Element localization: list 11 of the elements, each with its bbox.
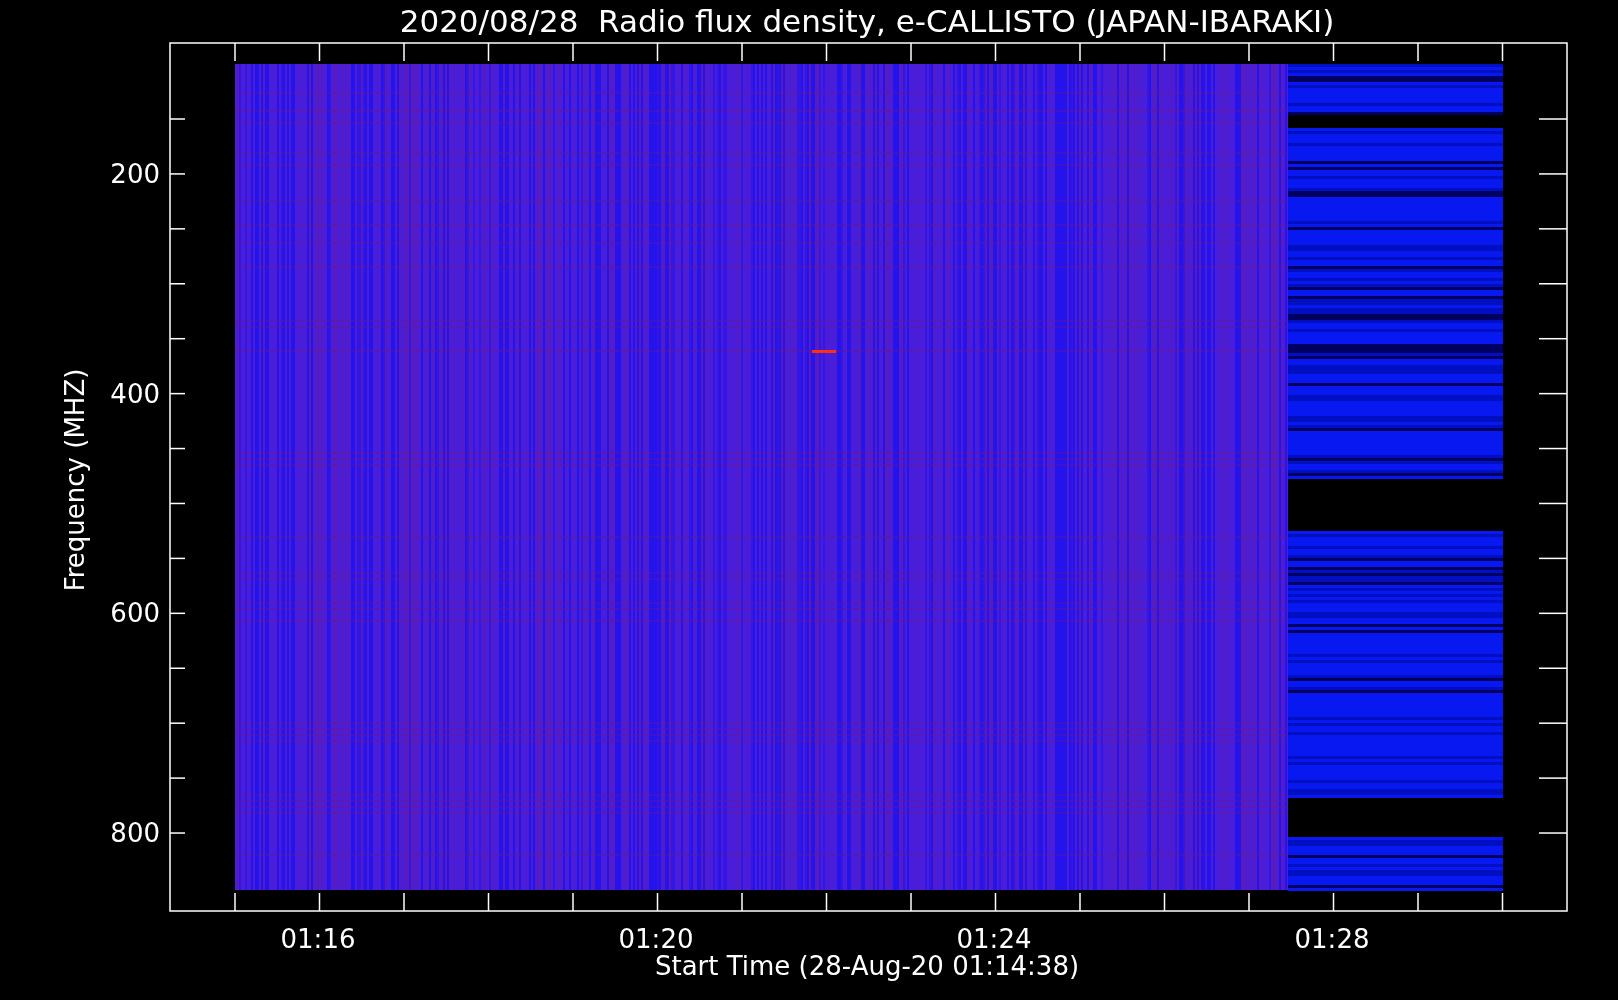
- y-tick-label: 800: [110, 818, 160, 849]
- x-tick-label: 01:16: [280, 924, 356, 954]
- y-tick-label: 600: [110, 598, 160, 629]
- y-axis-label: Frequency (MHZ): [60, 368, 90, 592]
- chart-title: 2020/08/28 Radio flux density, e-CALLISTO (JAPAN-IBARAKI): [399, 3, 1335, 39]
- x-tick-label: 01:28: [1294, 924, 1370, 954]
- x-tick-label: 01:20: [618, 924, 694, 954]
- y-tick-label: 200: [110, 159, 160, 189]
- x-axis-label: Start Time (28-Aug-20 01:14:38): [654, 951, 1080, 981]
- x-tick-label: 01:24: [956, 924, 1032, 954]
- y-tick-label: 400: [110, 378, 160, 409]
